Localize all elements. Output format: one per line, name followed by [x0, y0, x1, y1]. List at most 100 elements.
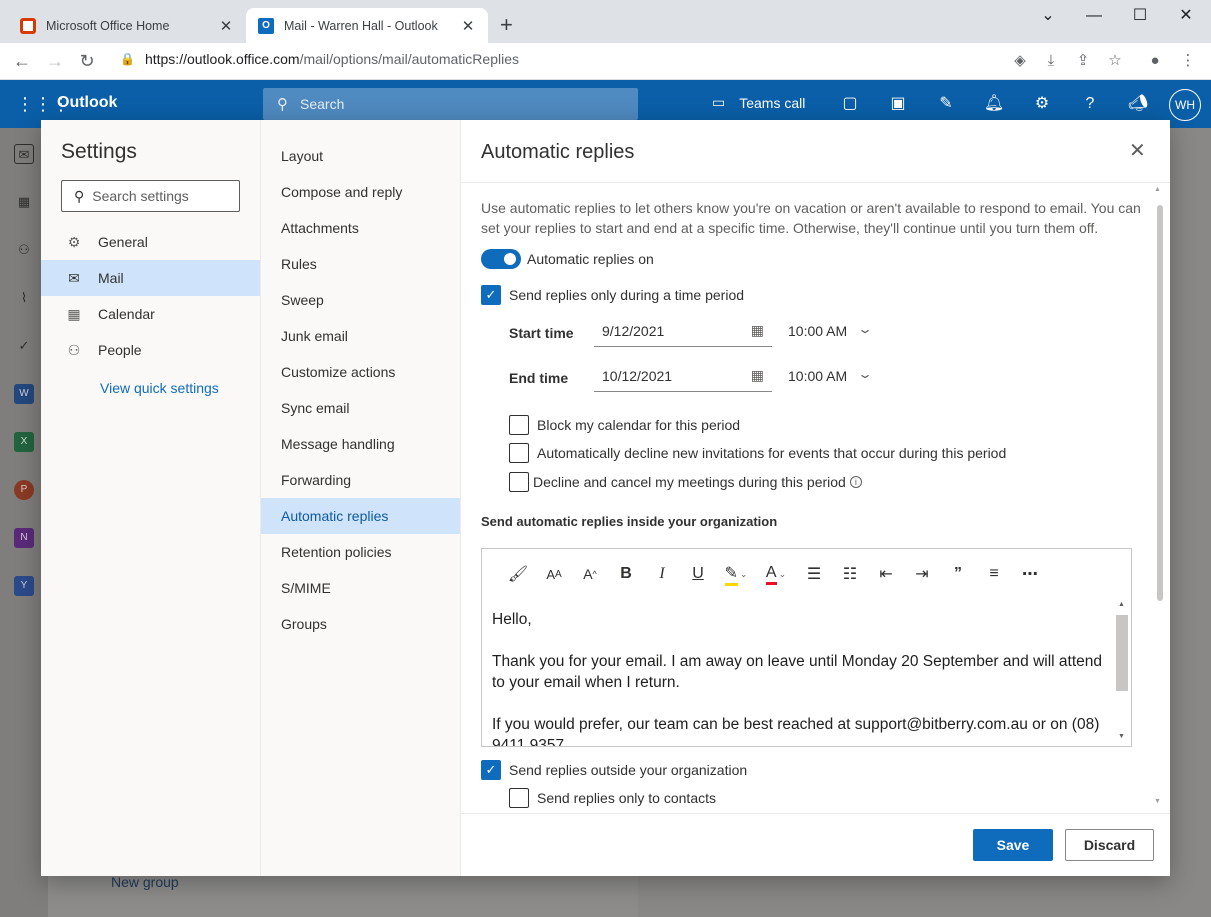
profile-icon[interactable]: ● — [1145, 51, 1165, 71]
category-general[interactable]: ⚙ General — [41, 224, 260, 260]
url-field[interactable]: 🔒 https://outlook.office.com/mail/option… — [120, 51, 519, 67]
start-time-dropdown[interactable]: 10:00 AM ⌄ — [788, 315, 888, 347]
nav-junk-email[interactable]: Junk email — [261, 318, 460, 354]
font-size-icon[interactable]: A ^ — [572, 559, 608, 589]
nav-groups[interactable]: Groups — [261, 606, 460, 642]
scroll-down-arrow[interactable]: ▼ — [1154, 798, 1161, 805]
gear-icon[interactable]: ⚙ — [1030, 94, 1054, 114]
close-icon[interactable]: ✕ — [1129, 140, 1146, 162]
extension-icon[interactable]: ◈ — [1010, 51, 1030, 71]
scroll-up-arrow[interactable]: ▲ — [1154, 186, 1161, 193]
nav-forwarding[interactable]: Forwarding — [261, 462, 460, 498]
align-icon[interactable]: ≡ — [976, 559, 1012, 589]
nav-layout[interactable]: Layout — [261, 138, 460, 174]
nav-sync-email[interactable]: Sync email — [261, 390, 460, 426]
teams-call-button[interactable]: ▭ Teams call — [712, 94, 805, 111]
yammer-icon[interactable]: Y — [14, 576, 34, 596]
font-color-icon[interactable]: A ⌄ — [756, 559, 796, 589]
forward-button[interactable]: → — [43, 50, 67, 72]
category-calendar[interactable]: ▦ Calendar — [41, 296, 260, 332]
minimize-button[interactable]: — — [1071, 4, 1117, 28]
people-icon[interactable]: ⚇ — [14, 240, 34, 260]
start-date-picker[interactable]: 9/12/2021 ▦ — [594, 315, 772, 347]
nav-rules[interactable]: Rules — [261, 246, 460, 282]
contacts-only-checkbox[interactable] — [509, 788, 529, 808]
help-icon[interactable]: ? — [1078, 94, 1102, 114]
menu-kebab-icon[interactable]: ⋮ — [1178, 51, 1198, 71]
time-period-checkbox[interactable]: ✓ — [481, 285, 501, 305]
tab-office-home[interactable]: Microsoft Office Home ✕ — [8, 8, 246, 43]
info-icon[interactable]: i — [849, 476, 862, 488]
maximize-button[interactable]: ☐ — [1117, 4, 1163, 28]
nav-customize-actions[interactable]: Customize actions — [261, 354, 460, 390]
editor-scrollbar[interactable] — [1116, 615, 1128, 691]
todo-icon[interactable]: ✓ — [14, 336, 34, 356]
nav-sweep[interactable]: Sweep — [261, 282, 460, 318]
font-icon[interactable]: AA — [536, 559, 572, 589]
back-button[interactable]: ← — [10, 50, 34, 72]
new-group-link[interactable]: New group — [111, 874, 179, 890]
block-calendar-checkbox[interactable] — [509, 415, 529, 435]
italic-icon[interactable]: I — [644, 559, 680, 589]
toggle-knob — [504, 253, 516, 265]
reload-button[interactable]: ↻ — [75, 50, 99, 72]
view-quick-settings-link[interactable]: View quick settings — [100, 380, 219, 396]
tab-search-icon[interactable]: ⌄ — [1025, 4, 1071, 28]
outlook-brand[interactable]: Outlook — [57, 94, 117, 112]
search-settings-input[interactable]: ⚲ Search settings — [61, 180, 240, 212]
nav-message-handling[interactable]: Message handling — [261, 426, 460, 462]
increase-indent-icon[interactable]: ⇥ — [904, 559, 940, 589]
bullets-icon[interactable]: ☰ — [796, 559, 832, 589]
scroll-down-arrow[interactable]: ▼ — [1118, 733, 1125, 740]
office-apps-icon[interactable]: ▣ — [886, 94, 910, 114]
decrease-indent-icon[interactable]: ⇤ — [868, 559, 904, 589]
nav-smime[interactable]: S/MIME — [261, 570, 460, 606]
more-options-icon[interactable]: ⋯ — [1012, 559, 1048, 589]
decline-invitations-checkbox[interactable] — [509, 443, 529, 463]
chat-icon[interactable]: ▢ — [838, 94, 862, 114]
automatic-replies-toggle[interactable] — [481, 249, 521, 269]
attachment-icon[interactable]: ⌇ — [14, 288, 34, 308]
end-date-picker[interactable]: 10/12/2021 ▦ — [594, 360, 772, 392]
close-icon[interactable]: ✕ — [218, 17, 234, 35]
decline-cancel-checkbox[interactable] — [509, 472, 529, 492]
end-time-dropdown[interactable]: 10:00 AM ⌄ — [788, 360, 888, 392]
bookmark-star-icon[interactable]: ☆ — [1105, 51, 1125, 71]
mail-search-box[interactable]: ⚲ Search — [263, 88, 638, 120]
powerpoint-icon[interactable]: P — [14, 480, 34, 500]
bell-icon[interactable]: 🔔︎ — [982, 94, 1006, 114]
new-tab-button[interactable]: + — [500, 13, 513, 37]
nav-compose-and-reply[interactable]: Compose and reply — [261, 174, 460, 210]
mail-icon[interactable]: ✉ — [14, 144, 34, 164]
nav-automatic-replies[interactable]: Automatic replies — [261, 498, 460, 534]
category-mail[interactable]: ✉ Mail — [41, 260, 260, 296]
share-icon[interactable]: ⇪ — [1073, 51, 1093, 71]
window-close-button[interactable]: ✕ — [1163, 4, 1209, 28]
excel-icon[interactable]: X — [14, 432, 34, 452]
tab-outlook-mail[interactable]: O Mail - Warren Hall - Outlook ✕ — [246, 8, 488, 43]
discard-button[interactable]: Discard — [1065, 829, 1154, 861]
underline-icon[interactable]: U — [680, 559, 716, 589]
message-body[interactable]: Hello, Thank you for your email. I am aw… — [482, 599, 1114, 746]
bold-icon[interactable]: B — [608, 559, 644, 589]
nav-attachments[interactable]: Attachments — [261, 210, 460, 246]
avatar[interactable]: WH — [1169, 89, 1201, 121]
numbering-icon[interactable]: ☷ — [832, 559, 868, 589]
close-icon[interactable]: ✕ — [460, 17, 476, 35]
calendar-icon[interactable]: ▦ — [14, 192, 34, 212]
category-people[interactable]: ⚇ People — [41, 332, 260, 368]
install-icon[interactable]: ⤓ — [1041, 51, 1061, 71]
my-day-icon[interactable]: ✎ — [934, 94, 958, 114]
save-button[interactable]: Save — [973, 829, 1053, 861]
format-painter-icon[interactable]: 🖌︎ — [500, 559, 536, 589]
highlight-icon[interactable]: ✎ ⌄ — [716, 559, 756, 589]
scroll-up-arrow[interactable]: ▲ — [1118, 601, 1125, 608]
office-icon — [20, 17, 36, 34]
pane-scrollbar[interactable] — [1157, 205, 1163, 601]
nav-retention-policies[interactable]: Retention policies — [261, 534, 460, 570]
feedback-icon[interactable]: 📣︎ — [1126, 94, 1150, 114]
quote-icon[interactable]: ” — [940, 559, 976, 589]
outside-org-checkbox[interactable]: ✓ — [481, 760, 501, 780]
onenote-icon[interactable]: N — [14, 528, 34, 548]
word-icon[interactable]: W — [14, 384, 34, 404]
